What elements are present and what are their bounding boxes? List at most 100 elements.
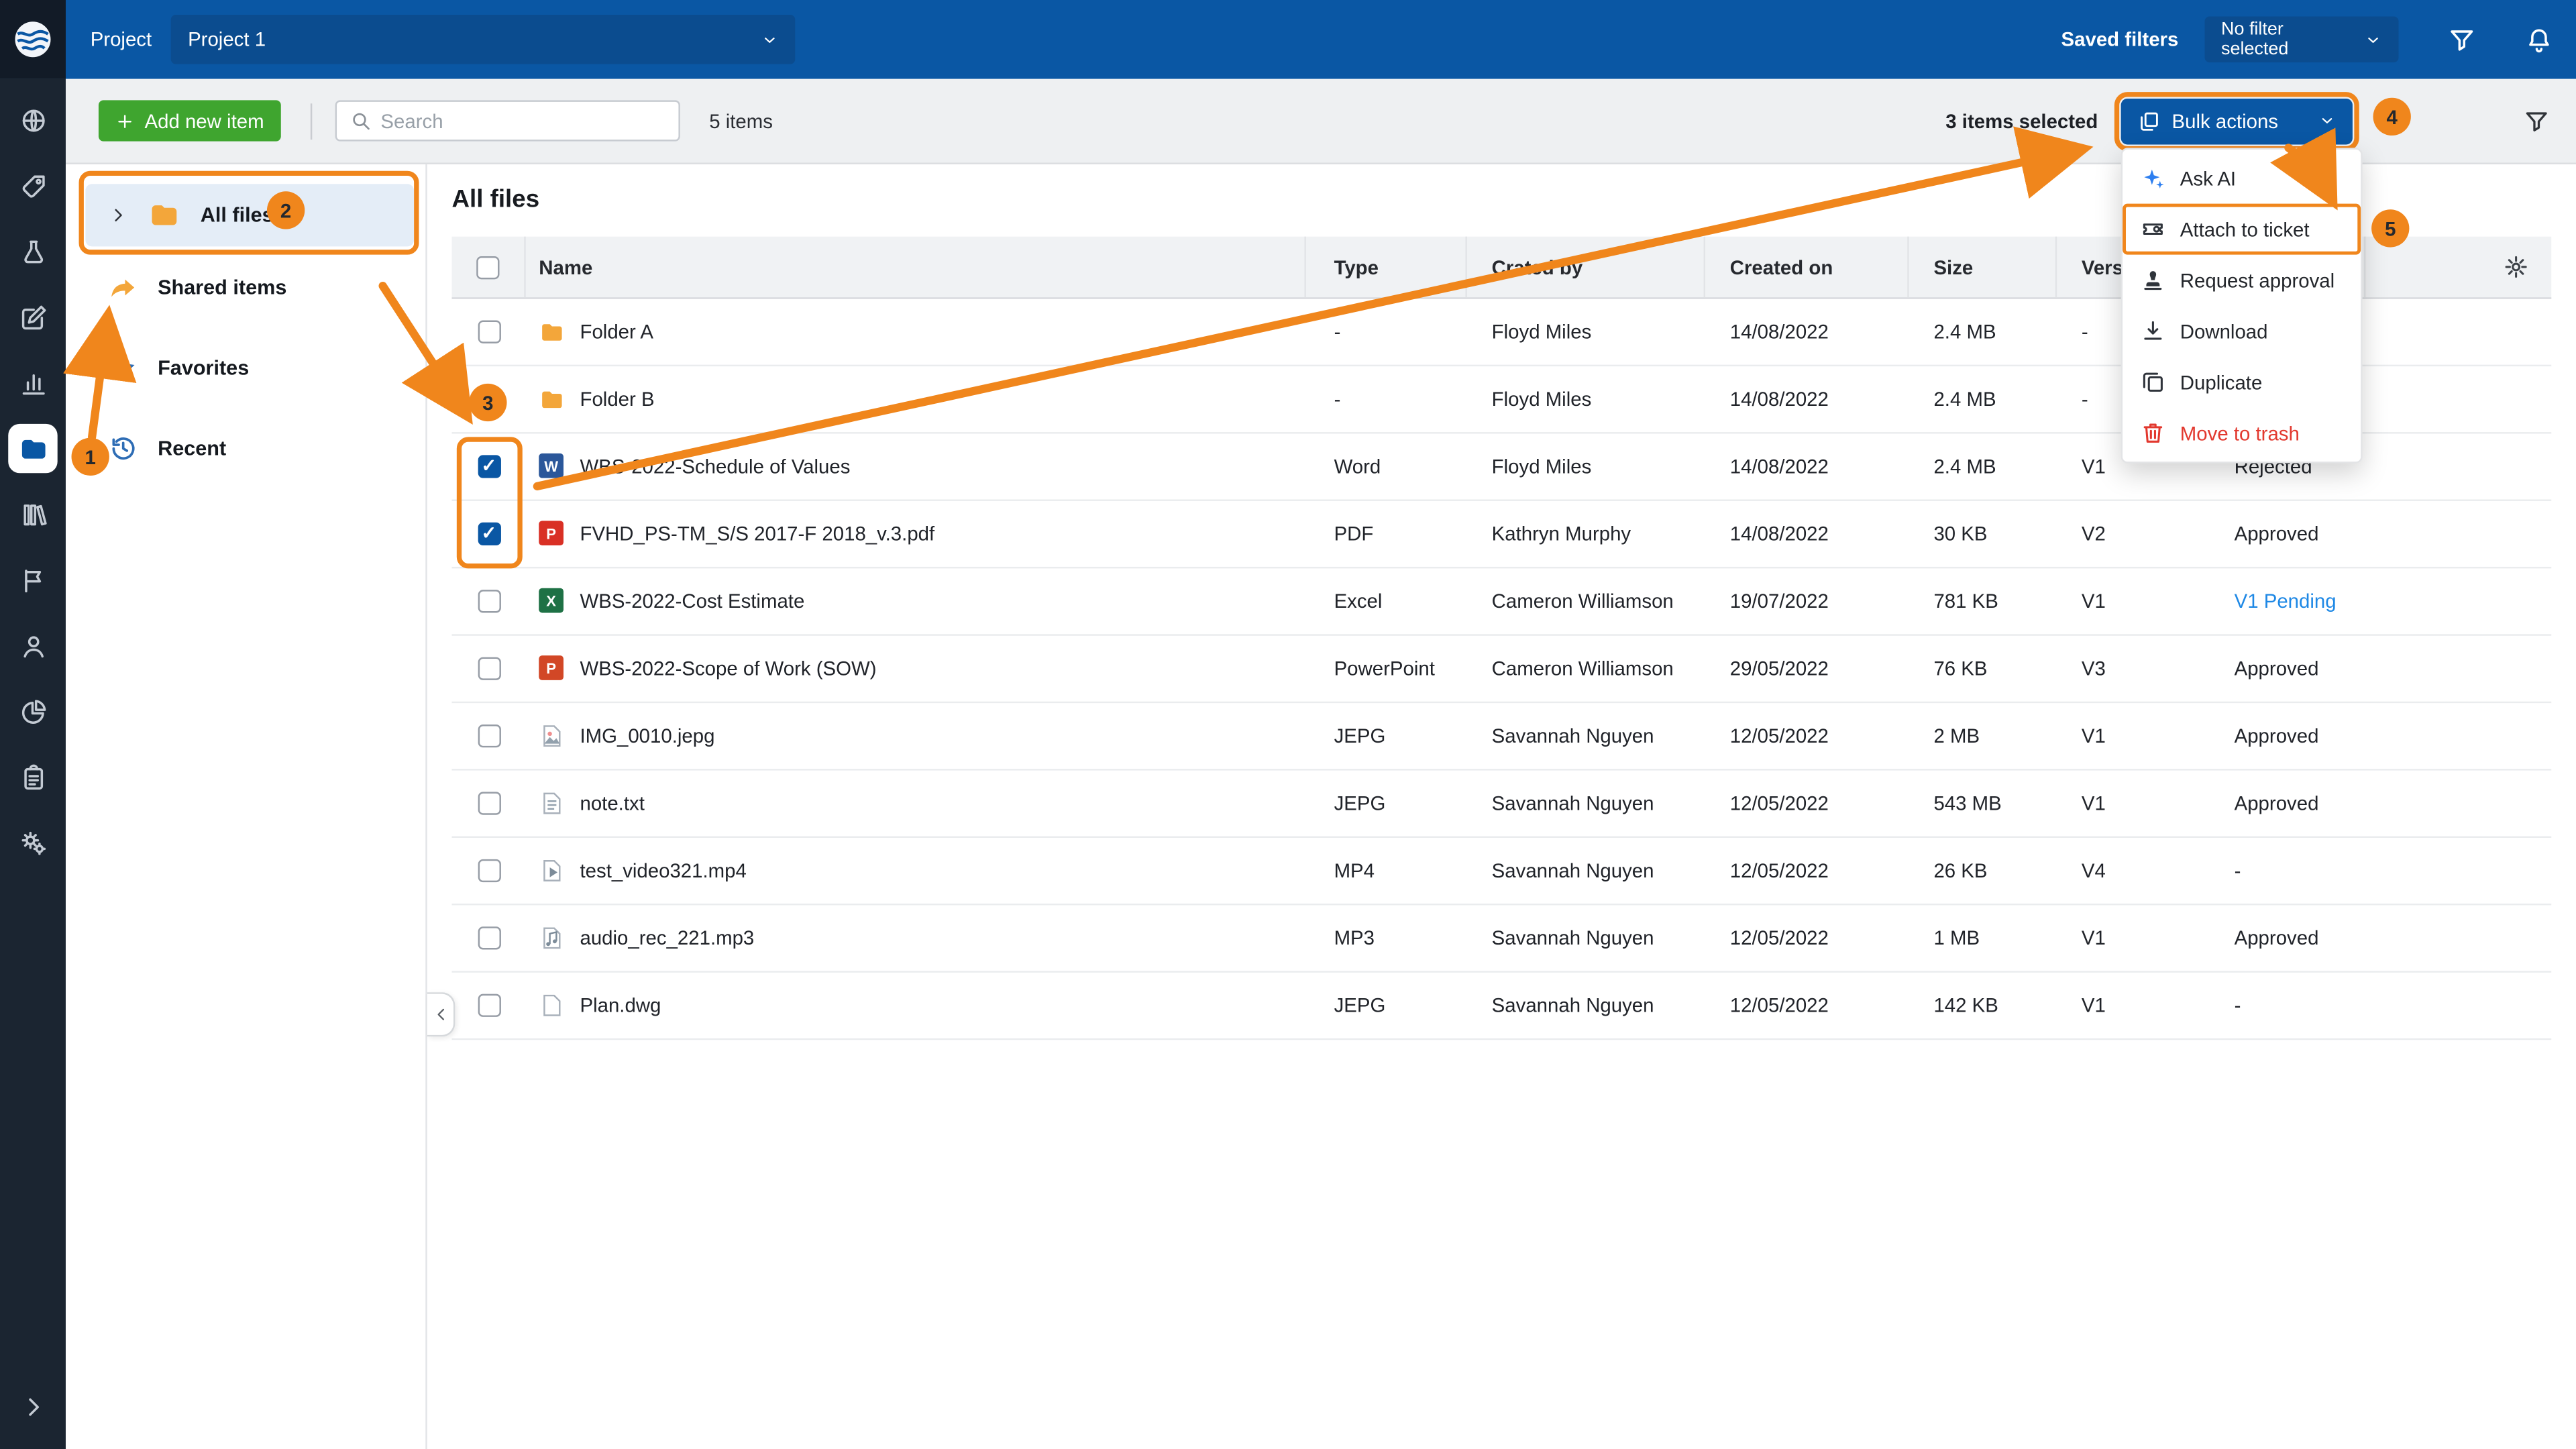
row-checkbox[interactable] [477,657,500,680]
sidebar-item-clipboard[interactable] [0,744,66,810]
row-menu-icon[interactable] [2497,791,2522,816]
table-row[interactable]: PFVHD_PS-TM_S/S 2017-F 2018_v.3.pdf PDF … [451,501,2551,568]
row-checkbox[interactable] [477,926,500,949]
row-checkbox[interactable] [477,792,500,814]
cell-created-on: 14/08/2022 [1705,366,1909,432]
notifications-icon[interactable] [2525,25,2553,54]
cell-approval: Approved [2185,703,2365,769]
sidebar-item-shared-items[interactable]: Shared items [66,246,425,327]
sidebar-item-edit[interactable] [0,284,66,350]
add-new-item-button[interactable]: Add new item [99,100,280,141]
person-icon [19,632,47,660]
sidebar-item-all-files[interactable]: All files [85,184,414,246]
project-selector[interactable]: Project 1 [172,15,796,64]
row-menu-icon[interactable] [2497,319,2522,344]
video-file-icon [539,857,565,883]
topbar-right: Saved filters No filter selected [2061,16,2553,62]
cell-created-on: 12/05/2022 [1705,771,1909,837]
cell-approval: Approved [2185,771,2365,837]
sidebar-item-person[interactable] [0,612,66,678]
menu-item-download[interactable]: Download [2123,306,2361,357]
bulk-actions-button[interactable]: Bulk actions [2121,98,2353,144]
col-name[interactable]: Name [526,237,1306,298]
audio-file-icon [539,925,565,951]
app-logo[interactable] [0,0,66,79]
chevron-expand-icon[interactable] [109,205,128,225]
row-menu-icon[interactable] [2497,926,2522,951]
cell-version: V1 [2057,973,2185,1038]
table-row[interactable]: IMG_0010.jepg JEPG Savannah Nguyen 12/05… [451,703,2551,770]
sidebar-item-gears[interactable] [0,810,66,875]
toolbar-right: 3 items selected Bulk actions [1945,98,2550,144]
cell-version: V1 [2057,568,2185,634]
menu-item-ask-ai[interactable]: Ask AI [2123,153,2361,204]
select-all-checkbox[interactable] [476,256,499,278]
panel-collapse-button[interactable] [427,992,455,1036]
row-menu-icon[interactable] [2497,724,2522,749]
file-name: Folder A [580,321,653,343]
table-row[interactable]: XWBS-2022-Cost Estimate Excel Cameron Wi… [451,568,2551,635]
rail-expand-button[interactable] [0,1373,66,1439]
word-file-icon: W [539,453,565,480]
sidebar-item-chart[interactable] [0,350,66,416]
row-checkbox[interactable] [477,590,500,612]
row-checkbox[interactable] [477,994,500,1017]
table-filter-icon[interactable] [2524,107,2550,133]
row-menu-icon[interactable] [2497,656,2522,681]
edit-icon [19,303,47,331]
sidebar-item-books[interactable] [0,482,66,547]
table-row[interactable]: test_video321.mp4 MP4 Savannah Nguyen 12… [451,838,2551,905]
row-menu-icon[interactable] [2497,454,2522,479]
saved-filter-selector[interactable]: No filter selected [2205,16,2399,62]
cell-approval[interactable]: V1 Pending [2185,568,2365,634]
menu-item-duplicate[interactable]: Duplicate [2123,356,2361,407]
cell-created-by: Savannah Nguyen [1467,838,1705,904]
sidebar-item-recent[interactable]: Recent [66,407,425,488]
table-settings-icon[interactable] [2504,255,2528,280]
trash-icon [2141,421,2165,445]
table-row[interactable]: audio_rec_221.mp3 MP3 Savannah Nguyen 12… [451,905,2551,972]
file-name: test_video321.mp4 [580,859,746,882]
menu-item-request-approval[interactable]: Request approval [2123,255,2361,306]
sidebar-item-folder[interactable] [8,424,57,473]
row-checkbox[interactable] [477,455,500,478]
row-checkbox[interactable] [477,388,500,411]
search-input[interactable] [380,109,665,132]
chevron-down-icon [2318,112,2337,130]
col-type[interactable]: Type [1306,237,1467,298]
row-checkbox[interactable] [477,859,500,882]
col-size[interactable]: Size [1909,237,2057,298]
sidebar-item-tag[interactable] [0,153,66,219]
text-file-icon [539,790,565,816]
cell-version: V2 [2057,501,2185,567]
filter-icon[interactable] [2448,25,2476,54]
row-menu-icon[interactable] [2497,859,2522,883]
saved-filter-value: No filter selected [2221,19,2351,59]
row-checkbox[interactable] [477,523,500,545]
row-checkbox[interactable] [477,724,500,747]
menu-item-move-to-trash[interactable]: Move to trash [2123,407,2361,458]
chart-icon [19,369,47,397]
sidebar-item-flag[interactable] [0,547,66,613]
cell-type: JEPG [1306,703,1467,769]
project-selector-value: Project 1 [188,28,266,51]
cell-version: V1 [2057,905,2185,971]
table-row[interactable]: note.txt JEPG Savannah Nguyen 12/05/2022… [451,771,2551,838]
menu-item-attach-to-ticket[interactable]: Attach to ticket [2123,204,2361,255]
sidebar-item-pie[interactable] [0,678,66,744]
table-row[interactable]: Plan.dwg JEPG Savannah Nguyen 12/05/2022… [451,973,2551,1040]
row-menu-icon[interactable] [2497,522,2522,547]
col-created-on[interactable]: Created on [1705,237,1909,298]
row-menu-icon[interactable] [2497,589,2522,614]
row-menu-icon[interactable] [2497,387,2522,412]
cell-created-on: 12/05/2022 [1705,838,1909,904]
row-checkbox[interactable] [477,321,500,343]
cell-type: PDF [1306,501,1467,567]
sidebar-item-flask[interactable] [0,219,66,284]
table-row[interactable]: PWBS-2022-Scope of Work (SOW) PowerPoint… [451,636,2551,703]
star-icon [109,352,138,382]
col-created-by[interactable]: Crated by [1467,237,1705,298]
sidebar-item-favorites[interactable]: Favorites [66,327,425,407]
row-menu-icon[interactable] [2497,993,2522,1018]
sidebar-item-globe[interactable] [0,87,66,153]
